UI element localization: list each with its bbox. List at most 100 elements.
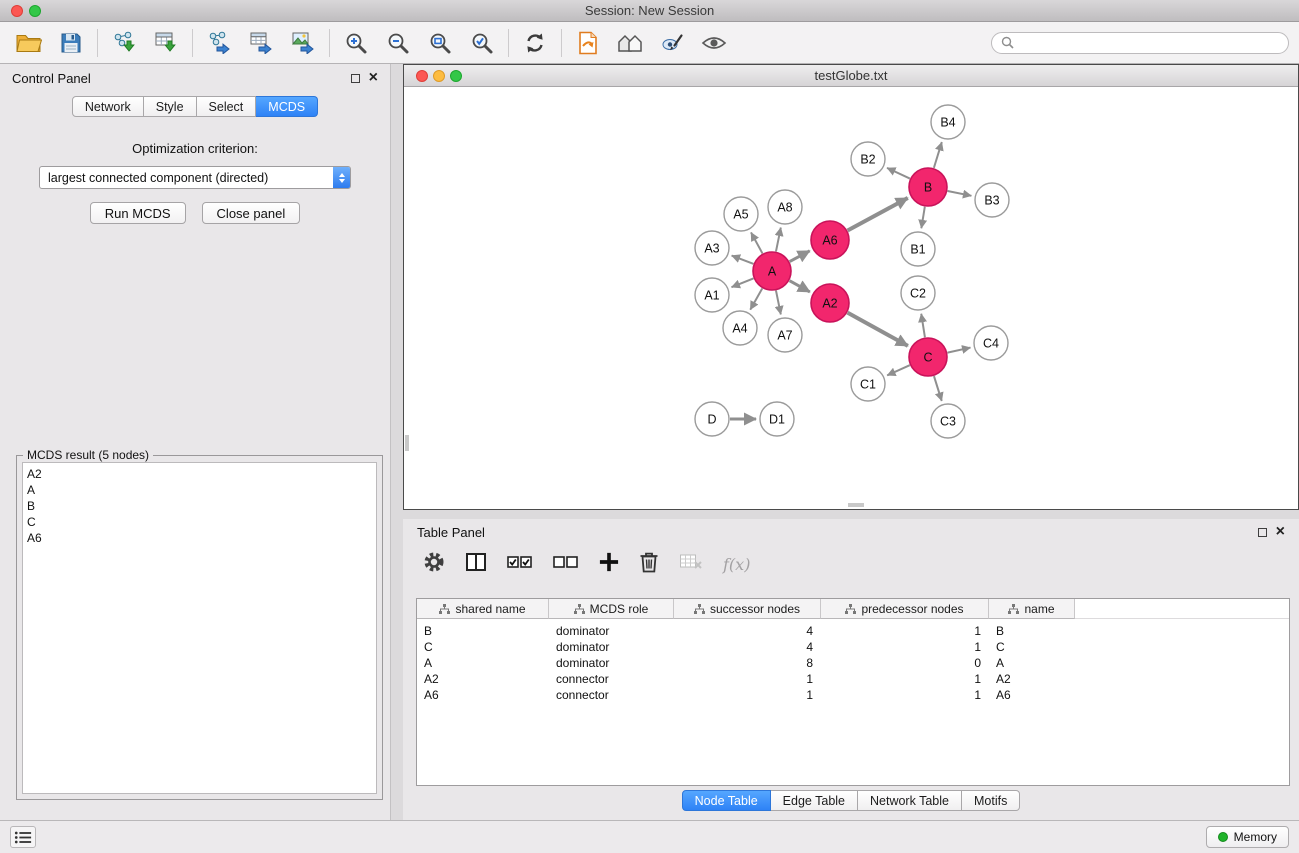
node-C1[interactable]: C1 (851, 367, 885, 401)
node-A2[interactable]: A2 (811, 284, 849, 322)
node-B[interactable]: B (909, 168, 947, 206)
close-control-panel-button[interactable]: × (369, 72, 378, 84)
show-hide-button[interactable] (693, 26, 735, 60)
node-B3[interactable]: B3 (975, 183, 1009, 217)
save-session-button[interactable] (50, 26, 92, 60)
edge-A-A4[interactable] (750, 288, 762, 309)
result-item[interactable]: B (23, 498, 376, 514)
float-control-panel-button[interactable] (351, 74, 360, 83)
close-panel-action-button[interactable]: Close panel (202, 202, 301, 224)
node-B1[interactable]: B1 (901, 232, 935, 266)
export-image-button[interactable] (282, 26, 324, 60)
edge-B-B1[interactable] (921, 207, 924, 229)
edge-A-A7[interactable] (776, 291, 781, 315)
add-column-button[interactable] (599, 552, 619, 577)
node-C[interactable]: C (909, 338, 947, 376)
float-table-panel-button[interactable] (1258, 528, 1267, 537)
close-window-button[interactable] (11, 5, 23, 17)
node-A3[interactable]: A3 (695, 231, 729, 265)
node-C3[interactable]: C3 (931, 404, 965, 438)
annotations-button[interactable] (567, 26, 609, 60)
table-row[interactable]: A2connector11A2 (417, 671, 1289, 687)
refresh-view-button[interactable] (514, 26, 556, 60)
select-all-columns-button[interactable] (507, 554, 533, 575)
node-A[interactable]: A (753, 252, 791, 290)
result-item[interactable]: A2 (23, 466, 376, 482)
search-box[interactable] (991, 32, 1289, 54)
edge-B-B4[interactable] (934, 142, 942, 168)
search-input[interactable] (1019, 36, 1279, 50)
column-header-successor-nodes[interactable]: successor nodes (674, 599, 821, 619)
export-network-button[interactable] (198, 26, 240, 60)
edge-B-B2[interactable] (887, 168, 910, 179)
node-A5[interactable]: A5 (724, 197, 758, 231)
edge-C-C2[interactable] (921, 314, 925, 337)
table-row[interactable]: A6connector11A6 (417, 687, 1289, 703)
tab-edge-table[interactable]: Edge Table (771, 790, 858, 811)
memory-button[interactable]: Memory (1206, 826, 1289, 848)
import-table-button[interactable] (145, 26, 187, 60)
edge-A-A3[interactable] (732, 256, 754, 264)
zoom-in-button[interactable] (335, 26, 377, 60)
horizontal-scroll-indicator[interactable] (848, 503, 864, 507)
tab-network-table[interactable]: Network Table (858, 790, 962, 811)
node-B2[interactable]: B2 (851, 142, 885, 176)
node-B4[interactable]: B4 (931, 105, 965, 139)
edge-A-A2[interactable] (790, 281, 810, 292)
node-A4[interactable]: A4 (723, 311, 757, 345)
tab-node-table[interactable]: Node Table (682, 790, 771, 811)
function-builder-button[interactable]: f(x) (723, 555, 750, 574)
zoom-selected-button[interactable] (461, 26, 503, 60)
network-zoom-button[interactable] (450, 70, 462, 82)
edge-A6-B[interactable] (848, 198, 908, 231)
graphics-details-button[interactable] (651, 26, 693, 60)
node-A6[interactable]: A6 (811, 221, 849, 259)
node-D[interactable]: D (695, 402, 729, 436)
edge-C-C4[interactable] (948, 348, 971, 353)
edge-A-A8[interactable] (776, 228, 781, 252)
deselect-all-columns-button[interactable] (553, 554, 579, 575)
edge-B-B3[interactable] (948, 191, 972, 196)
node-D1[interactable]: D1 (760, 402, 794, 436)
delete-table-button[interactable] (679, 553, 703, 576)
edge-A-A6[interactable] (790, 251, 810, 262)
node-A8[interactable]: A8 (768, 190, 802, 224)
edge-A2-C[interactable] (848, 313, 908, 346)
node-C2[interactable]: C2 (901, 276, 935, 310)
zoom-fit-button[interactable] (419, 26, 461, 60)
table-row[interactable]: Cdominator41C (417, 639, 1289, 655)
column-header-shared-name[interactable]: shared name (417, 599, 549, 619)
run-mcds-button[interactable]: Run MCDS (90, 202, 186, 224)
edge-A-A1[interactable] (731, 278, 753, 287)
edge-A-A5[interactable] (751, 232, 762, 253)
table-row[interactable]: Adominator80A (417, 655, 1289, 671)
tab-select[interactable]: Select (197, 96, 257, 117)
tab-network[interactable]: Network (72, 96, 144, 117)
open-session-button[interactable] (8, 26, 50, 60)
tab-style[interactable]: Style (144, 96, 197, 117)
criterion-dropdown[interactable]: largest connected component (directed) (39, 166, 351, 189)
task-history-button[interactable] (10, 826, 36, 848)
network-minimize-button[interactable] (433, 70, 445, 82)
show-columns-button[interactable] (465, 552, 487, 577)
birdseye-view-button[interactable] (609, 26, 651, 60)
zoom-window-button[interactable] (29, 5, 41, 17)
table-settings-button[interactable] (423, 551, 445, 578)
close-table-panel-button[interactable]: × (1276, 526, 1285, 538)
network-graph[interactable]: B4B2BB3A5A8A6B1A3AC2A1A2A4A7C4CC1C3DD1 (404, 87, 1298, 508)
column-header-name[interactable]: name (989, 599, 1075, 619)
table-row[interactable]: Bdominator41B (417, 623, 1289, 639)
vertical-scroll-indicator[interactable] (405, 435, 409, 451)
network-close-button[interactable] (416, 70, 428, 82)
node-A7[interactable]: A7 (768, 318, 802, 352)
tab-mcds[interactable]: MCDS (256, 96, 318, 117)
result-item[interactable]: C (23, 514, 376, 530)
tab-motifs[interactable]: Motifs (962, 790, 1020, 811)
column-header-predecessor-nodes[interactable]: predecessor nodes (821, 599, 989, 619)
zoom-out-button[interactable] (377, 26, 419, 60)
node-C4[interactable]: C4 (974, 326, 1008, 360)
edge-C-C3[interactable] (934, 376, 942, 401)
column-header-MCDS-role[interactable]: MCDS role (549, 599, 674, 619)
result-item[interactable]: A6 (23, 530, 376, 546)
export-table-button[interactable] (240, 26, 282, 60)
